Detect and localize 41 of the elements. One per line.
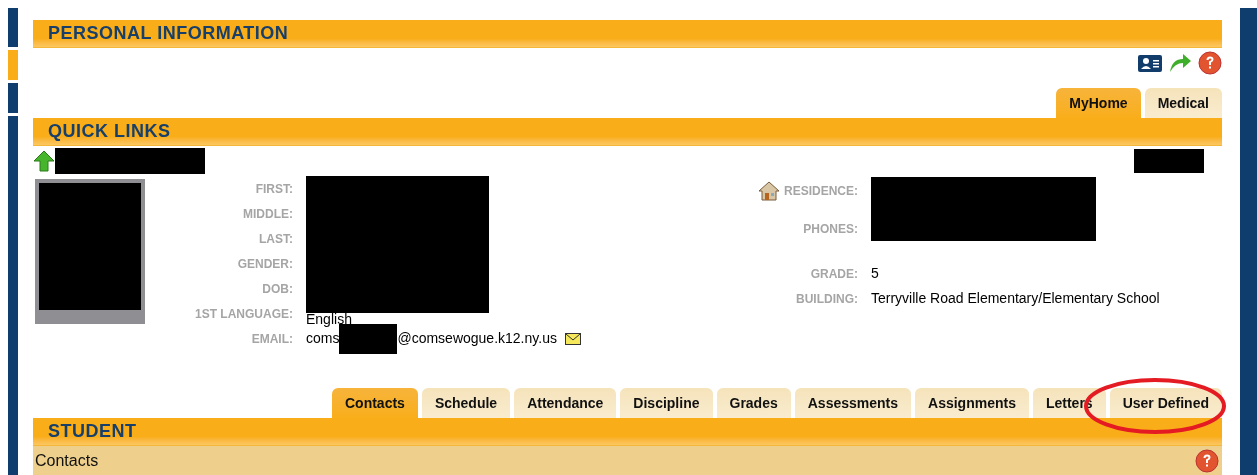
section-header: QUICK LINKS bbox=[33, 118, 1222, 146]
field-label: RESIDENCE: bbox=[784, 183, 858, 200]
house-icon bbox=[758, 180, 780, 202]
email-link[interactable]: @comsewogue.k12.ny.us bbox=[397, 328, 557, 349]
tab[interactable]: Attendance bbox=[514, 388, 617, 418]
field-label: 1ST LANGUAGE: bbox=[195, 305, 293, 323]
field-label: LAST: bbox=[259, 230, 293, 248]
help-icon[interactable] bbox=[1195, 448, 1219, 473]
forward-arrow-icon[interactable] bbox=[1168, 53, 1192, 73]
section-header: STUDENT bbox=[33, 418, 1222, 446]
field-label: PHONES: bbox=[803, 221, 858, 238]
tab[interactable]: User Defined bbox=[1109, 388, 1222, 418]
help-icon[interactable] bbox=[1198, 51, 1222, 75]
field-label: GENDER: bbox=[237, 255, 293, 273]
section-header: PERSONAL INFORMATION bbox=[33, 20, 1222, 48]
field-value: Terryville Road Elementary/Elementary School bbox=[871, 289, 1160, 308]
field-value: English bbox=[306, 310, 352, 329]
tab[interactable]: Grades bbox=[716, 388, 791, 418]
tab[interactable]: Medical bbox=[1144, 88, 1222, 118]
field-label: GRADE: bbox=[810, 265, 858, 283]
tab[interactable]: Discipline bbox=[620, 388, 713, 418]
field-label: FIRST: bbox=[255, 180, 293, 198]
field-label: BUILDING: bbox=[796, 290, 858, 308]
field-value: 5 bbox=[871, 264, 879, 283]
subsection-title: Contacts bbox=[35, 450, 99, 471]
field-label: DOB: bbox=[262, 280, 293, 298]
field-label: MIDDLE: bbox=[243, 205, 293, 223]
tab[interactable]: MyHome bbox=[1056, 88, 1141, 118]
redaction-box bbox=[1134, 149, 1204, 173]
field-label: EMAIL: bbox=[251, 330, 293, 348]
tab[interactable]: Assessments bbox=[794, 388, 912, 418]
tab[interactable]: Contacts bbox=[331, 388, 418, 418]
side-nav-segment bbox=[8, 8, 18, 47]
tab[interactable]: Schedule bbox=[421, 388, 511, 418]
envelope-icon[interactable] bbox=[564, 332, 581, 345]
tab[interactable]: Assignments bbox=[915, 388, 1029, 418]
side-nav-segment bbox=[8, 83, 18, 113]
side-nav-segment bbox=[8, 50, 18, 80]
up-arrow-icon[interactable] bbox=[33, 150, 55, 172]
email-link[interactable]: coms bbox=[306, 328, 340, 349]
id-card-icon[interactable] bbox=[1138, 54, 1162, 72]
